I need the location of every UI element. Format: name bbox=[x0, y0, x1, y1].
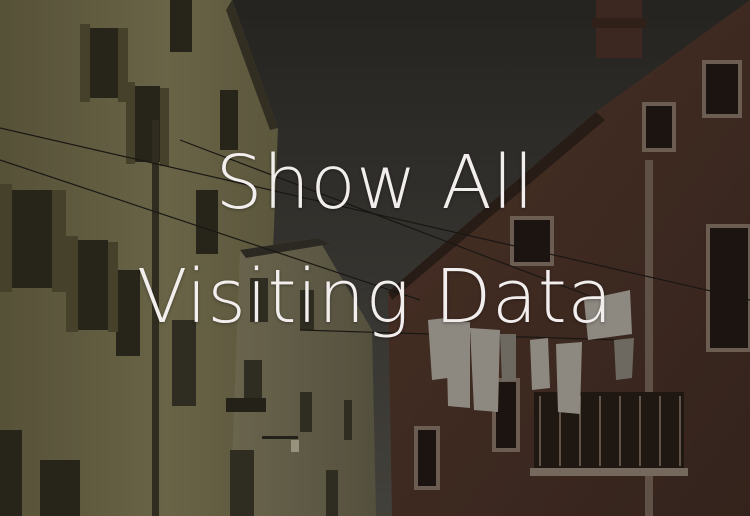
visiting-data-banner[interactable]: Show All Visiting Data bbox=[0, 0, 750, 516]
caption-line-2: Visiting Data bbox=[136, 254, 614, 340]
caption-line-1: Show All bbox=[215, 140, 535, 226]
banner-caption[interactable]: Show All Visiting Data bbox=[0, 126, 750, 354]
